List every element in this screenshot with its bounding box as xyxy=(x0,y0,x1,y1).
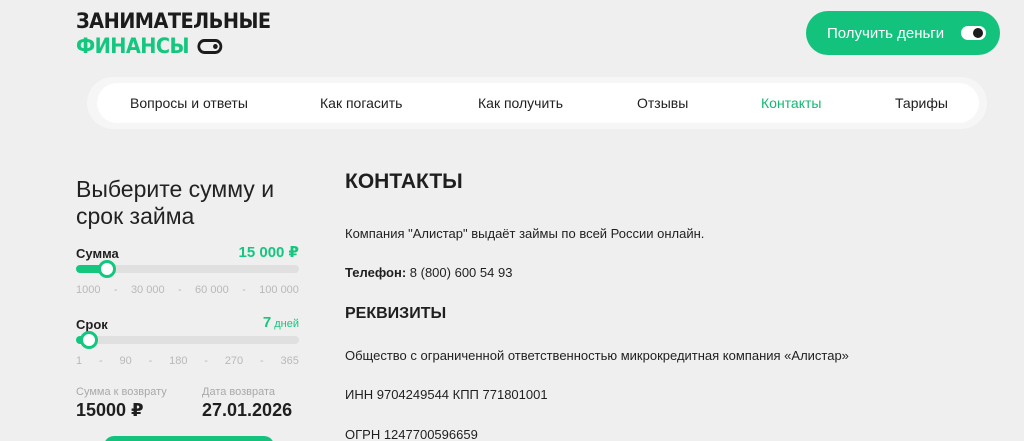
get-money-button[interactable]: Получить деньги xyxy=(806,11,1000,55)
nav-item-tariffs[interactable]: Тарифы xyxy=(895,95,948,111)
page-title: КОНТАКТЫ xyxy=(345,170,463,193)
term-tick: 365 xyxy=(280,355,299,367)
amount-value: 15 000 ₽ xyxy=(238,244,299,261)
amount-slider[interactable] xyxy=(76,260,299,278)
term-tick: - xyxy=(98,355,103,367)
term-tick: 90 xyxy=(119,355,132,367)
company-name: Общество с ограниченной ответственностью… xyxy=(345,348,849,363)
logo-line-1: ЗАНИМАТЕЛЬНЫЕ xyxy=(76,9,271,33)
term-value: 7 дней xyxy=(199,314,299,331)
inn-kpp: ИНН 9704249544 КПП 771801001 xyxy=(345,387,548,402)
calculator-title: Выберите сумму и срок займа xyxy=(76,176,274,230)
toggle-icon xyxy=(961,26,986,40)
toggle-icon xyxy=(197,39,223,54)
calculator-title-line-2: срок займа xyxy=(76,203,195,229)
amount-tick: - xyxy=(242,284,246,296)
term-value-unit: дней xyxy=(274,318,299,330)
amount-tick: 60 000 xyxy=(195,284,229,296)
logo-line-2: ФИНАНСЫ xyxy=(76,34,260,59)
nav-item-faq[interactable]: Вопросы и ответы xyxy=(130,95,248,111)
amount-ticks: 1000-30 000-60 000-100 000 xyxy=(76,284,299,296)
amount-label: Сумма xyxy=(76,246,119,261)
term-slider[interactable] xyxy=(76,331,299,349)
term-tick: 180 xyxy=(169,355,188,367)
phone-label: Телефон: xyxy=(345,265,407,280)
nav-item-how-to-get[interactable]: Как получить xyxy=(478,95,563,111)
term-tick: 1 xyxy=(76,355,83,367)
ogrn: ОГРН 1247700596659 xyxy=(345,427,478,441)
term-tick: 270 xyxy=(224,355,244,367)
calculator-title-line-1: Выберите сумму и xyxy=(76,176,275,202)
nav-item-contacts[interactable]: Контакты xyxy=(761,95,821,111)
requisites-title: РЕКВИЗИТЫ xyxy=(345,305,447,322)
return-date-label: Дата возврата xyxy=(202,386,276,398)
term-slider-handle[interactable] xyxy=(80,331,99,349)
apply-button[interactable] xyxy=(104,436,274,441)
term-tick: - xyxy=(148,355,153,367)
term-tick: - xyxy=(260,355,264,367)
amount-tick: - xyxy=(177,284,182,296)
term-value-number: 7 xyxy=(262,314,272,331)
main-nav: Вопросы и ответы Как погасить Как получи… xyxy=(97,83,979,123)
nav-item-reviews[interactable]: Отзывы xyxy=(637,95,688,111)
amount-tick: 30 000 xyxy=(130,284,165,296)
term-ticks: 1 - 90 - 180 - 270 - 365 xyxy=(76,355,299,367)
nav-item-how-to-repay[interactable]: Как погасить xyxy=(320,95,402,111)
term-label: Срок xyxy=(76,317,108,332)
phone-line: Телефон: 8 (800) 600 54 93 xyxy=(345,265,512,280)
logo-line-2-text: ФИНАНСЫ xyxy=(76,34,190,58)
amount-tick: - xyxy=(113,284,118,296)
term-tick: - xyxy=(204,355,208,367)
return-date-value: 27.01.2026 xyxy=(202,400,293,420)
return-sum-label: Сумма к возврату xyxy=(76,386,167,398)
phone-value[interactable]: 8 (800) 600 54 93 xyxy=(406,265,513,280)
company-intro: Компания "Алистар" выдаёт займы по всей … xyxy=(345,226,705,241)
amount-tick: 100 000 xyxy=(259,284,299,296)
amount-tick: 1000 xyxy=(76,284,101,296)
return-sum-value: 15000 ₽ xyxy=(76,400,144,420)
get-money-label: Получить деньги xyxy=(827,24,945,42)
amount-slider-handle[interactable] xyxy=(98,260,117,278)
logo[interactable]: ЗАНИМАТЕЛЬНЫЕ ФИНАНСЫ xyxy=(76,9,276,59)
